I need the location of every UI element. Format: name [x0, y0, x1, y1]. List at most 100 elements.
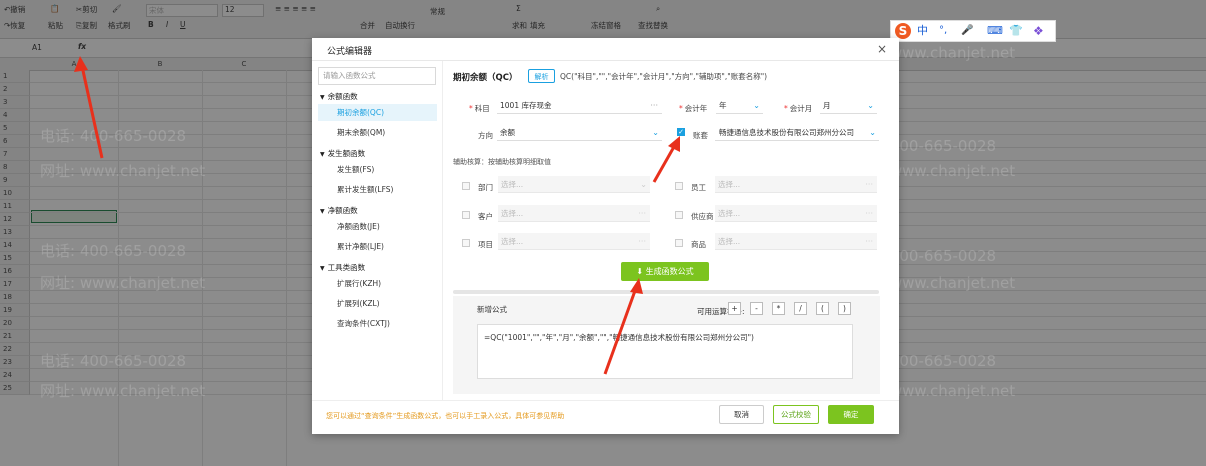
watermark: 网址: www.chanjet.net: [40, 274, 206, 292]
aux-placeholder: 选择...: [501, 209, 524, 218]
microphone-icon[interactable]: 🎤: [961, 23, 973, 39]
tree-group[interactable]: ▼ 发生额函数: [320, 148, 365, 159]
aux-placeholder: 选择...: [718, 209, 741, 218]
tree-group[interactable]: ▼ 工具类函数: [320, 262, 365, 273]
function-title: 期初余额（QC）: [453, 73, 518, 83]
tree-group-label: 工具类函数: [327, 263, 366, 272]
aux-select[interactable]: 选择... ···: [498, 205, 650, 222]
ime-toolbar: S 中 °, 🎤 ⌨ 👕 ❖: [890, 20, 1056, 42]
more-icon: ···: [865, 180, 873, 189]
aux-checkbox[interactable]: [675, 182, 683, 190]
aux-label: 供应商: [691, 212, 714, 221]
aux-label: 商品: [691, 240, 706, 249]
tree-group-label: 发生额函数: [327, 149, 366, 158]
ok-button[interactable]: 确定: [828, 405, 874, 424]
tree-item[interactable]: 发生额(FS): [318, 161, 437, 178]
arrow-down-icon: ⬇: [636, 267, 646, 276]
aux-select[interactable]: 选择... ···: [498, 233, 650, 250]
aux-checkbox[interactable]: [462, 239, 470, 247]
aux-checkbox[interactable]: [462, 211, 470, 219]
month-label: * 会计月: [784, 104, 813, 113]
tree-item[interactable]: 期末余额(QM): [318, 124, 437, 141]
operator-button[interactable]: ): [838, 302, 851, 315]
aux-select[interactable]: 选择... ···: [715, 233, 877, 250]
watermark: 电话: 400-665-0028: [40, 242, 187, 260]
ledger-checkbox[interactable]: ✓: [677, 128, 685, 136]
subject-select[interactable]: 1001 库存现金 ···: [497, 97, 662, 114]
aux-checkbox[interactable]: [462, 182, 470, 190]
ledger-select[interactable]: 畅捷通信息技术股份有限公司郑州分公司 ⌄: [715, 124, 879, 141]
new-formula-label: 新增公式: [477, 305, 507, 314]
more-icon: ···: [865, 209, 873, 218]
tree-item[interactable]: 查询条件(CXTJ): [318, 315, 437, 332]
cancel-button[interactable]: 取消: [719, 405, 764, 424]
watermark: 网址: www.chanjet.net: [40, 162, 206, 180]
aux-placeholder: 选择...: [718, 180, 741, 189]
month-select[interactable]: 月 ⌄: [820, 97, 877, 114]
more-icon: ···: [638, 209, 646, 218]
close-icon[interactable]: ×: [877, 42, 887, 56]
formula-check-button[interactable]: 公式校验: [773, 405, 819, 424]
operator-button[interactable]: /: [794, 302, 807, 315]
tree-item[interactable]: 扩展列(KZL): [318, 295, 437, 312]
direction-label: 方向: [478, 131, 493, 140]
skin-icon[interactable]: 👕: [1009, 23, 1023, 39]
keyboard-icon[interactable]: ⌨: [987, 23, 1003, 39]
aux-label: 员工: [691, 183, 706, 192]
divider: [312, 60, 899, 61]
caret-down-icon: ▼: [320, 151, 325, 158]
more-icon: ···: [650, 101, 658, 110]
formula-textarea[interactable]: =QC("1001","","年","月","余额","","畅捷通信息技术股份…: [477, 324, 853, 379]
chevron-down-icon: ⌄: [753, 101, 760, 110]
tree-item[interactable]: 扩展行(KZH): [318, 275, 437, 292]
generate-formula-button[interactable]: ⬇ 生成函数公式: [621, 262, 709, 281]
caret-down-icon: ▼: [320, 208, 325, 215]
operator-button[interactable]: (: [816, 302, 829, 315]
aux-label: 客户: [478, 212, 493, 221]
footer-hint: 您可以通过“查询条件”生成函数公式，也可以手工录入公式，具体可参见帮助: [326, 412, 565, 420]
direction-select[interactable]: 余额 ⌄: [497, 124, 662, 141]
aux-label: 项目: [478, 240, 493, 249]
aux-hint: 辅助核算：按辅助核算明细取值: [453, 158, 551, 166]
aux-placeholder: 选择...: [501, 180, 524, 189]
operator-button[interactable]: *: [772, 302, 785, 315]
apps-icon[interactable]: ❖: [1033, 23, 1044, 39]
year-select[interactable]: 年 ⌄: [716, 97, 763, 114]
chevron-down-icon: ⌄: [867, 101, 874, 110]
operator-button[interactable]: +: [728, 302, 741, 315]
divider: [442, 61, 443, 401]
tree-item[interactable]: 累计净额(LJE): [318, 238, 437, 255]
tree-group-label: 净额函数: [327, 206, 358, 215]
chevron-down-icon: ⌄: [640, 180, 647, 189]
aux-select[interactable]: 选择... ···: [715, 205, 877, 222]
watermark: 电话: 400-665-0028: [40, 352, 187, 370]
tree-group[interactable]: ▼ 余额函数: [320, 91, 358, 102]
aux-select[interactable]: 选择... ⌄: [498, 176, 650, 193]
ime-logo-icon[interactable]: S: [895, 23, 911, 39]
year-label: * 会计年: [679, 104, 708, 113]
more-icon: ···: [638, 237, 646, 246]
function-search-input[interactable]: 请输入函数公式: [318, 67, 436, 85]
scroll-track[interactable]: [453, 290, 879, 294]
parse-button[interactable]: 解析: [528, 69, 555, 83]
dialog-title: 公式编辑器: [327, 47, 373, 57]
aux-select[interactable]: 选择... ···: [715, 176, 877, 193]
caret-down-icon: ▼: [320, 265, 325, 272]
aux-checkbox[interactable]: [675, 211, 683, 219]
aux-label: 部门: [478, 183, 493, 192]
tree-group[interactable]: ▼ 净额函数: [320, 205, 358, 216]
function-syntax: QC("科目","","会计年","会计月","方向","辅助项","账套名称"…: [560, 72, 768, 81]
subject-label: * 科目: [469, 104, 490, 113]
aux-placeholder: 选择...: [501, 237, 524, 246]
tree-item[interactable]: 净额函数(JE): [318, 218, 437, 235]
tree-item[interactable]: 累计发生额(LFS): [318, 181, 437, 198]
tree-group-label: 余额函数: [327, 92, 358, 101]
chevron-down-icon: ⌄: [652, 128, 659, 137]
aux-placeholder: 选择...: [718, 237, 741, 246]
formula-editor-dialog: 公式编辑器 × 请输入函数公式 期初余额（QC） 解析 QC("科目","","…: [312, 38, 899, 434]
tree-item[interactable]: 期初余额(QC): [318, 104, 437, 121]
ime-lang-toggle[interactable]: 中: [917, 23, 928, 39]
aux-checkbox[interactable]: [675, 239, 683, 247]
ime-punct-icon[interactable]: °,: [939, 23, 947, 39]
operator-button[interactable]: -: [750, 302, 763, 315]
